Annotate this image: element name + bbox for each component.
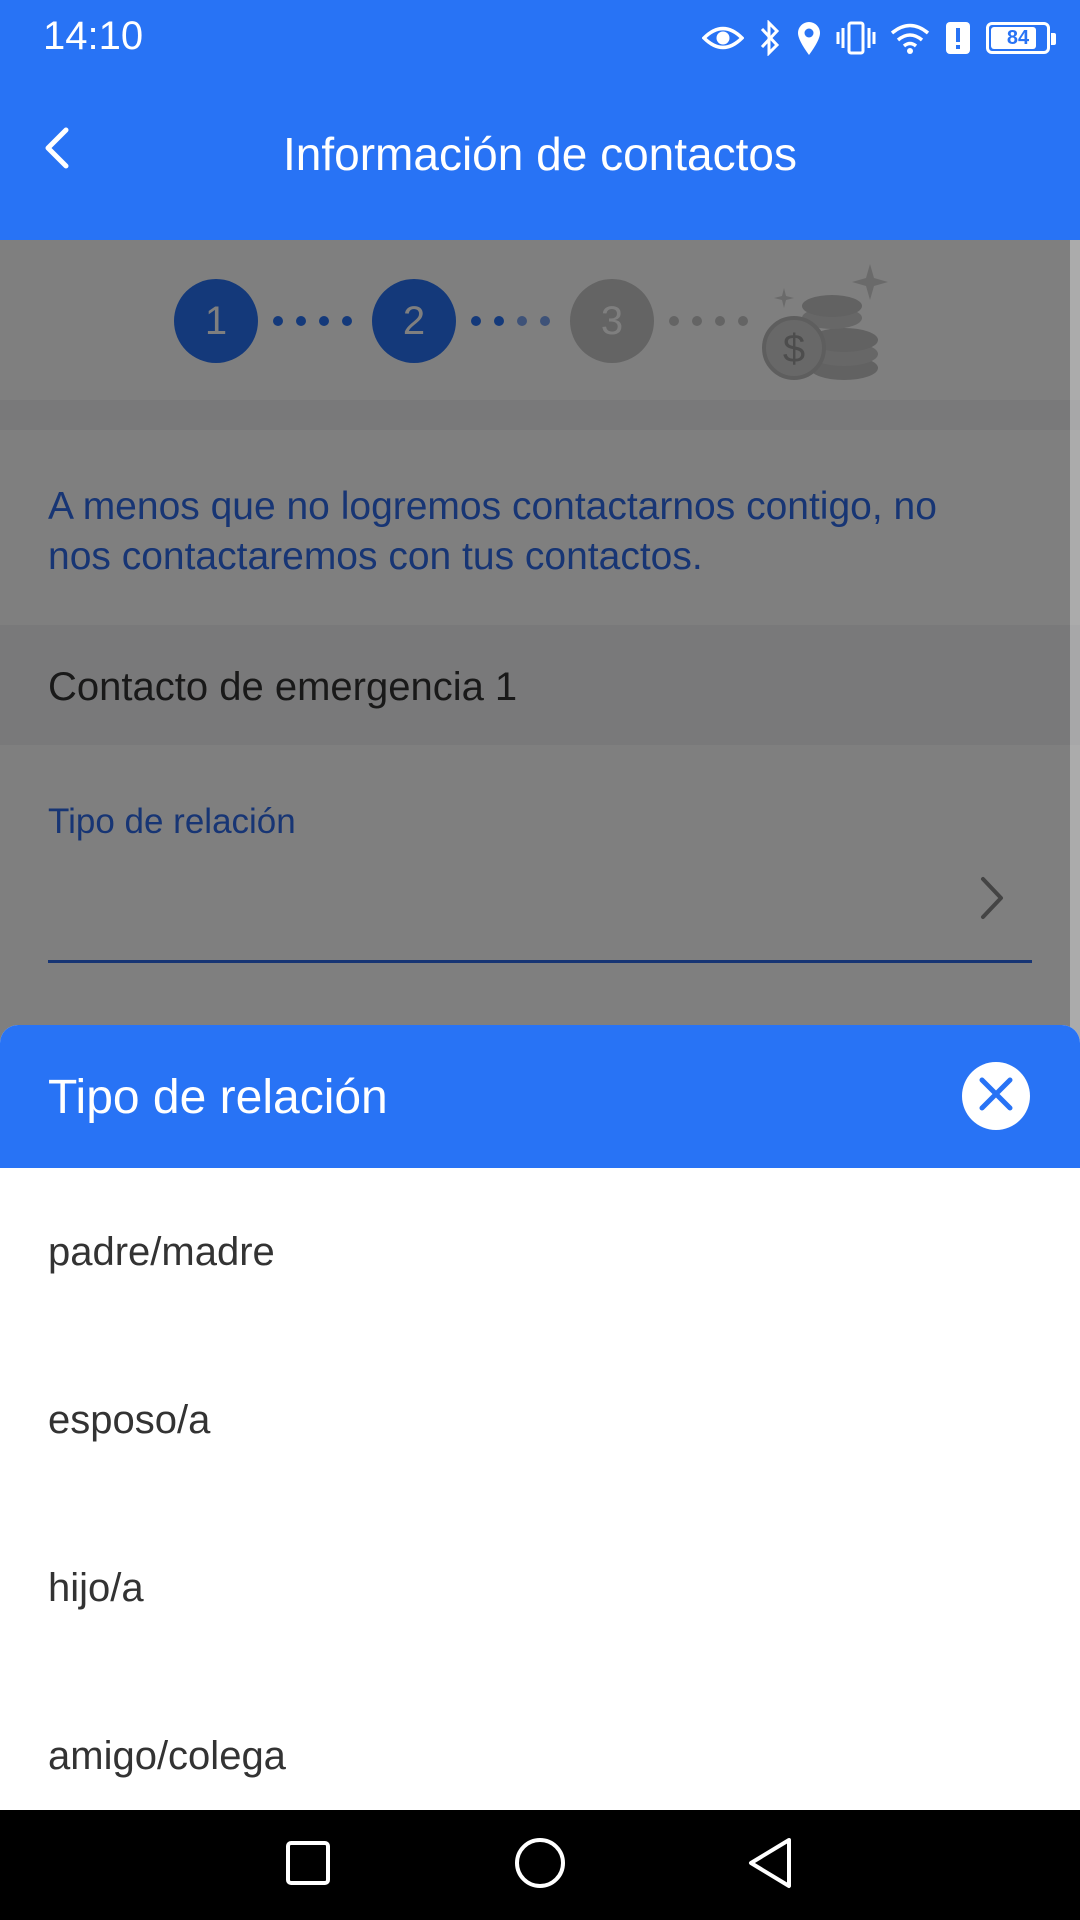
system-nav-bar <box>0 1810 1080 1920</box>
status-time: 14:10 <box>43 14 144 58</box>
back-nav-button[interactable] <box>735 1832 805 1898</box>
circle-icon <box>513 1836 567 1895</box>
relationship-picker-sheet: Tipo de relación padre/madre esposo/a hi… <box>0 1025 1080 1810</box>
battery-icon: 84 <box>986 22 1056 54</box>
page-title: Información de contactos <box>283 128 797 180</box>
status-icons: 84 <box>702 16 1056 60</box>
battery-percent: 84 <box>1006 27 1030 49</box>
close-icon <box>977 1075 1015 1118</box>
square-icon <box>284 1839 332 1892</box>
location-icon <box>796 20 822 56</box>
vibrate-icon <box>836 20 876 56</box>
close-button[interactable] <box>962 1062 1030 1130</box>
triangle-back-icon <box>745 1836 795 1895</box>
option-list: padre/madre esposo/a hijo/a amigo/colega <box>0 1168 1080 1810</box>
eye-icon <box>702 23 744 53</box>
option-hijo-a[interactable]: hijo/a <box>0 1504 1080 1672</box>
sheet-title: Tipo de relación <box>48 1071 388 1124</box>
app-bar: Información de contactos <box>0 75 1080 240</box>
option-esposo-a[interactable]: esposo/a <box>0 1336 1080 1504</box>
battery-tip <box>1051 33 1056 45</box>
recents-button[interactable] <box>273 1832 343 1898</box>
sheet-header: Tipo de relación <box>0 1025 1080 1168</box>
home-button[interactable] <box>505 1832 575 1898</box>
wifi-icon <box>890 21 930 55</box>
alert-icon <box>944 20 972 56</box>
option-amigo-colega[interactable]: amigo/colega <box>0 1672 1080 1810</box>
status-bar: 14:10 84 <box>0 0 1080 75</box>
option-padre-madre[interactable]: padre/madre <box>0 1168 1080 1336</box>
bluetooth-icon <box>758 20 782 56</box>
